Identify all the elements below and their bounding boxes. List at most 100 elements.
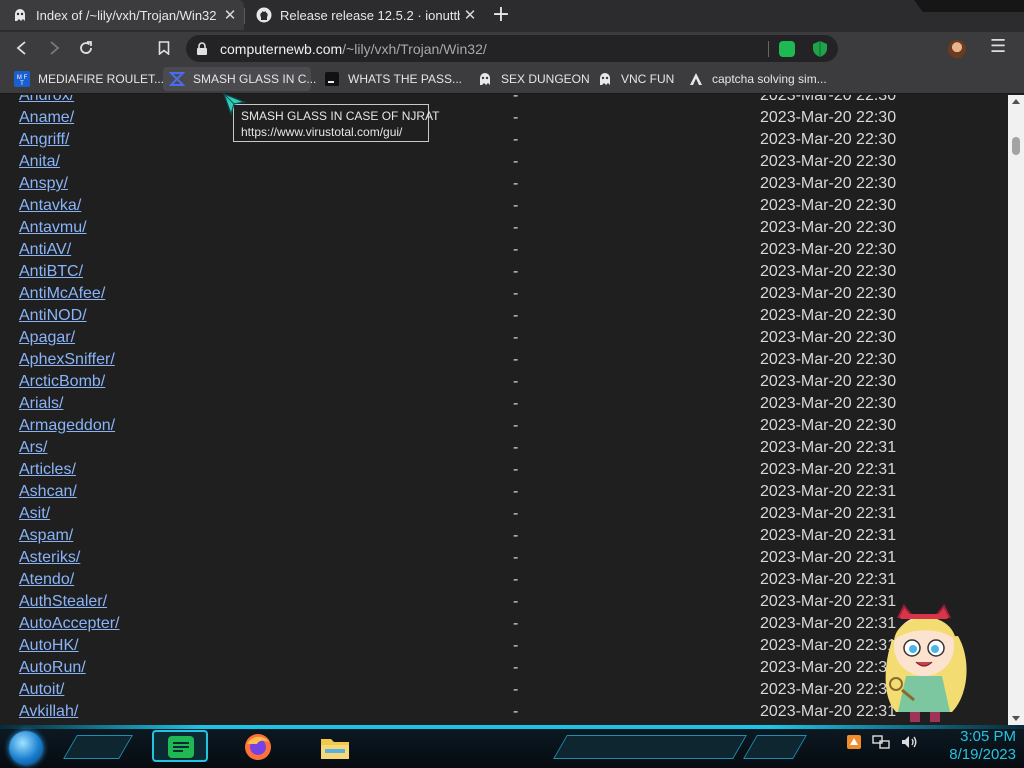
- size-cell: -: [513, 109, 519, 126]
- folder-link[interactable]: AntiAV/: [19, 241, 71, 259]
- taskbar-decoration: [743, 735, 807, 759]
- folder-link[interactable]: Angriff/: [19, 131, 69, 149]
- modified-date-cell: 2023-Mar-20 22:30: [760, 109, 897, 126]
- folder-link[interactable]: Androx/: [19, 95, 74, 105]
- folder-link[interactable]: Articles/: [19, 461, 76, 479]
- folder-link[interactable]: AntiBTC/: [19, 263, 83, 281]
- folder-link[interactable]: Autoit/: [19, 681, 64, 699]
- svg-text:T: T: [20, 81, 24, 87]
- modified-date-cell: 2023-Mar-20 22:30: [760, 417, 897, 434]
- taskbar-file-explorer[interactable]: [318, 730, 352, 764]
- bookmark-label: VNC FUN: [621, 72, 675, 86]
- github-favicon-icon: [256, 7, 272, 23]
- taskbar-accent-strip: [0, 725, 1024, 729]
- folder-link[interactable]: Aspam/: [19, 527, 73, 545]
- volume-icon[interactable]: [900, 734, 918, 750]
- folder-link[interactable]: Armageddon/: [19, 417, 115, 435]
- reload-button[interactable]: [74, 36, 98, 60]
- scroll-thumb[interactable]: [1012, 137, 1020, 155]
- folder-link[interactable]: Anita/: [19, 153, 60, 171]
- size-cell: -: [513, 351, 519, 368]
- tab-github-release[interactable]: Release release 12.5.2 · ionuttbara/ ✕: [244, 0, 484, 30]
- folder-link[interactable]: AuthStealer/: [19, 593, 107, 611]
- bookmark-tooltip: SMASH GLASS IN CASE OF NJRAT https://www…: [233, 104, 439, 142]
- size-cell: -: [513, 571, 519, 588]
- folder-link[interactable]: Aname/: [19, 109, 74, 127]
- scroll-down-arrow-icon[interactable]: [1012, 716, 1020, 721]
- folder-link[interactable]: Antavmu/: [19, 219, 87, 237]
- taskbar-spotify[interactable]: [152, 730, 208, 762]
- back-button[interactable]: [10, 36, 34, 60]
- bookmarks-bar: M FT MEDIAFIRE ROULET... SMASH GLASS IN …: [0, 64, 1024, 94]
- bookmark-smash-glass[interactable]: SMASH GLASS IN C...: [163, 67, 316, 91]
- tab-index-of-win32[interactable]: Index of /~lily/vxh/Trojan/Win32/ ✕: [0, 0, 244, 30]
- folder-link[interactable]: AntiNOD/: [19, 307, 87, 325]
- tray-app-icon[interactable]: [846, 734, 862, 750]
- scroll-up-arrow-icon[interactable]: [1012, 99, 1020, 104]
- folder-link[interactable]: Ashcan/: [19, 483, 77, 501]
- bookmark-mediafire-roulette[interactable]: M FT MEDIAFIRE ROULET...: [8, 67, 170, 91]
- window-controls: [914, 0, 1024, 12]
- size-cell: -: [513, 439, 519, 456]
- bookmark-icon: [158, 41, 170, 55]
- bookmark-whats-the-pass[interactable]: WHATS THE PASS...: [318, 67, 468, 91]
- size-cell: -: [513, 527, 519, 544]
- terminal-icon: [324, 71, 340, 87]
- start-button[interactable]: [9, 731, 43, 765]
- taskbar-decoration: [63, 735, 133, 759]
- size-cell: -: [513, 373, 519, 390]
- size-cell: -: [513, 153, 519, 170]
- folder-link[interactable]: AutoHK/: [19, 637, 79, 655]
- taskbar-clock[interactable]: 3:05 PM 8/19/2023: [932, 728, 1016, 764]
- size-cell: -: [513, 219, 519, 236]
- address-bar[interactable]: computernewb.com/~lily/vxh/Trojan/Win32/: [186, 35, 838, 62]
- bookmark-page-button[interactable]: [152, 36, 176, 60]
- bookmark-captcha-solving[interactable]: captcha solving sim...: [682, 67, 833, 91]
- listing-row: Aname/ - 2023-Mar-20 22:30: [0, 107, 1008, 129]
- size-cell: -: [513, 681, 519, 698]
- folder-link[interactable]: Avkillah/: [19, 703, 78, 721]
- folder-link[interactable]: AntiMcAfee/: [19, 285, 105, 303]
- url-text[interactable]: computernewb.com/~lily/vxh/Trojan/Win32/: [220, 41, 487, 57]
- system-tray: [846, 734, 918, 750]
- folder-link[interactable]: Asit/: [19, 505, 50, 523]
- modified-date-cell: 2023-Mar-20 22:30: [760, 263, 897, 280]
- bookmark-vnc-fun[interactable]: VNC FUN: [591, 67, 680, 91]
- folder-link[interactable]: Anspy/: [19, 175, 68, 193]
- shield-extension-icon[interactable]: [812, 40, 828, 63]
- profile-avatar[interactable]: [948, 40, 966, 58]
- page-content: Androx/ - 2023-Mar-20 22:30 Aname/ - 2023-Mar…: [0, 95, 1008, 725]
- modified-date-cell: 2023-Mar-20 22:30: [760, 329, 897, 346]
- modified-date-cell: 2023-Mar-20 22:30: [760, 95, 897, 104]
- size-cell: -: [513, 505, 519, 522]
- folder-link[interactable]: Antavka/: [19, 197, 81, 215]
- extension-notes-icon[interactable]: [779, 41, 795, 57]
- folder-link[interactable]: AutoAccepter/: [19, 615, 120, 633]
- taskbar-firefox[interactable]: [241, 730, 275, 764]
- browser-menu-icon[interactable]: ☰: [990, 36, 1006, 57]
- folder-link[interactable]: AphexSniffer/: [19, 351, 115, 369]
- folder-link[interactable]: Atendo/: [19, 571, 74, 589]
- listing-row: Ars/ - 2023-Mar-20 22:31: [0, 437, 1008, 459]
- bookmark-sex-dungeon[interactable]: SEX DUNGEON: [471, 67, 596, 91]
- size-cell: -: [513, 593, 519, 610]
- bookmark-label: SEX DUNGEON: [501, 72, 590, 86]
- network-icon[interactable]: [872, 734, 890, 750]
- close-tab-icon[interactable]: ✕: [462, 7, 478, 23]
- folder-link[interactable]: AutoRun/: [19, 659, 86, 677]
- listing-row: Anspy/ - 2023-Mar-20 22:30: [0, 173, 1008, 195]
- size-cell: -: [513, 395, 519, 412]
- close-tab-icon[interactable]: ✕: [222, 7, 238, 23]
- url-host: computernewb.com: [220, 41, 343, 57]
- listing-row: AuthStealer/-2023-Mar-20 22:31: [0, 591, 1008, 613]
- ghost-favicon-icon: [12, 7, 28, 23]
- lock-icon: [196, 42, 208, 61]
- folder-link[interactable]: Arials/: [19, 395, 63, 413]
- new-tab-button[interactable]: +: [489, 4, 513, 28]
- folder-link[interactable]: ArcticBomb/: [19, 373, 105, 391]
- folder-link[interactable]: Ars/: [19, 439, 47, 457]
- folder-link[interactable]: Apagar/: [19, 329, 75, 347]
- forward-button[interactable]: [42, 36, 66, 60]
- folder-link[interactable]: Asteriks/: [19, 549, 80, 567]
- page-scrollbar[interactable]: [1008, 95, 1024, 725]
